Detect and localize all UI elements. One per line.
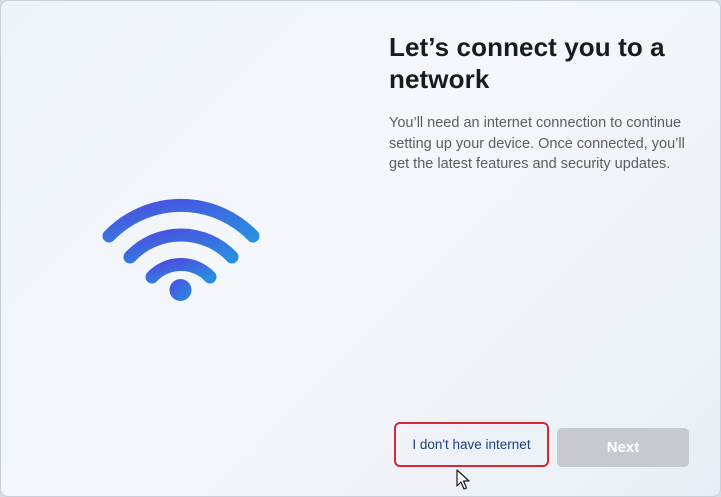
mouse-pointer-icon (456, 469, 470, 490)
wifi-arc-inner (145, 258, 217, 284)
setup-window: Let’s connect you to a network You’ll ne… (0, 0, 721, 497)
wifi-dot (169, 279, 192, 301)
no-internet-button[interactable]: I don't have internet (394, 422, 549, 467)
page-description: You’ll need an internet connection to co… (389, 115, 685, 172)
wifi-icon (102, 198, 260, 301)
wifi-arc-middle (123, 228, 239, 264)
next-button[interactable]: Next (557, 428, 689, 467)
page-title: Let’s connect you to a network (389, 32, 665, 94)
